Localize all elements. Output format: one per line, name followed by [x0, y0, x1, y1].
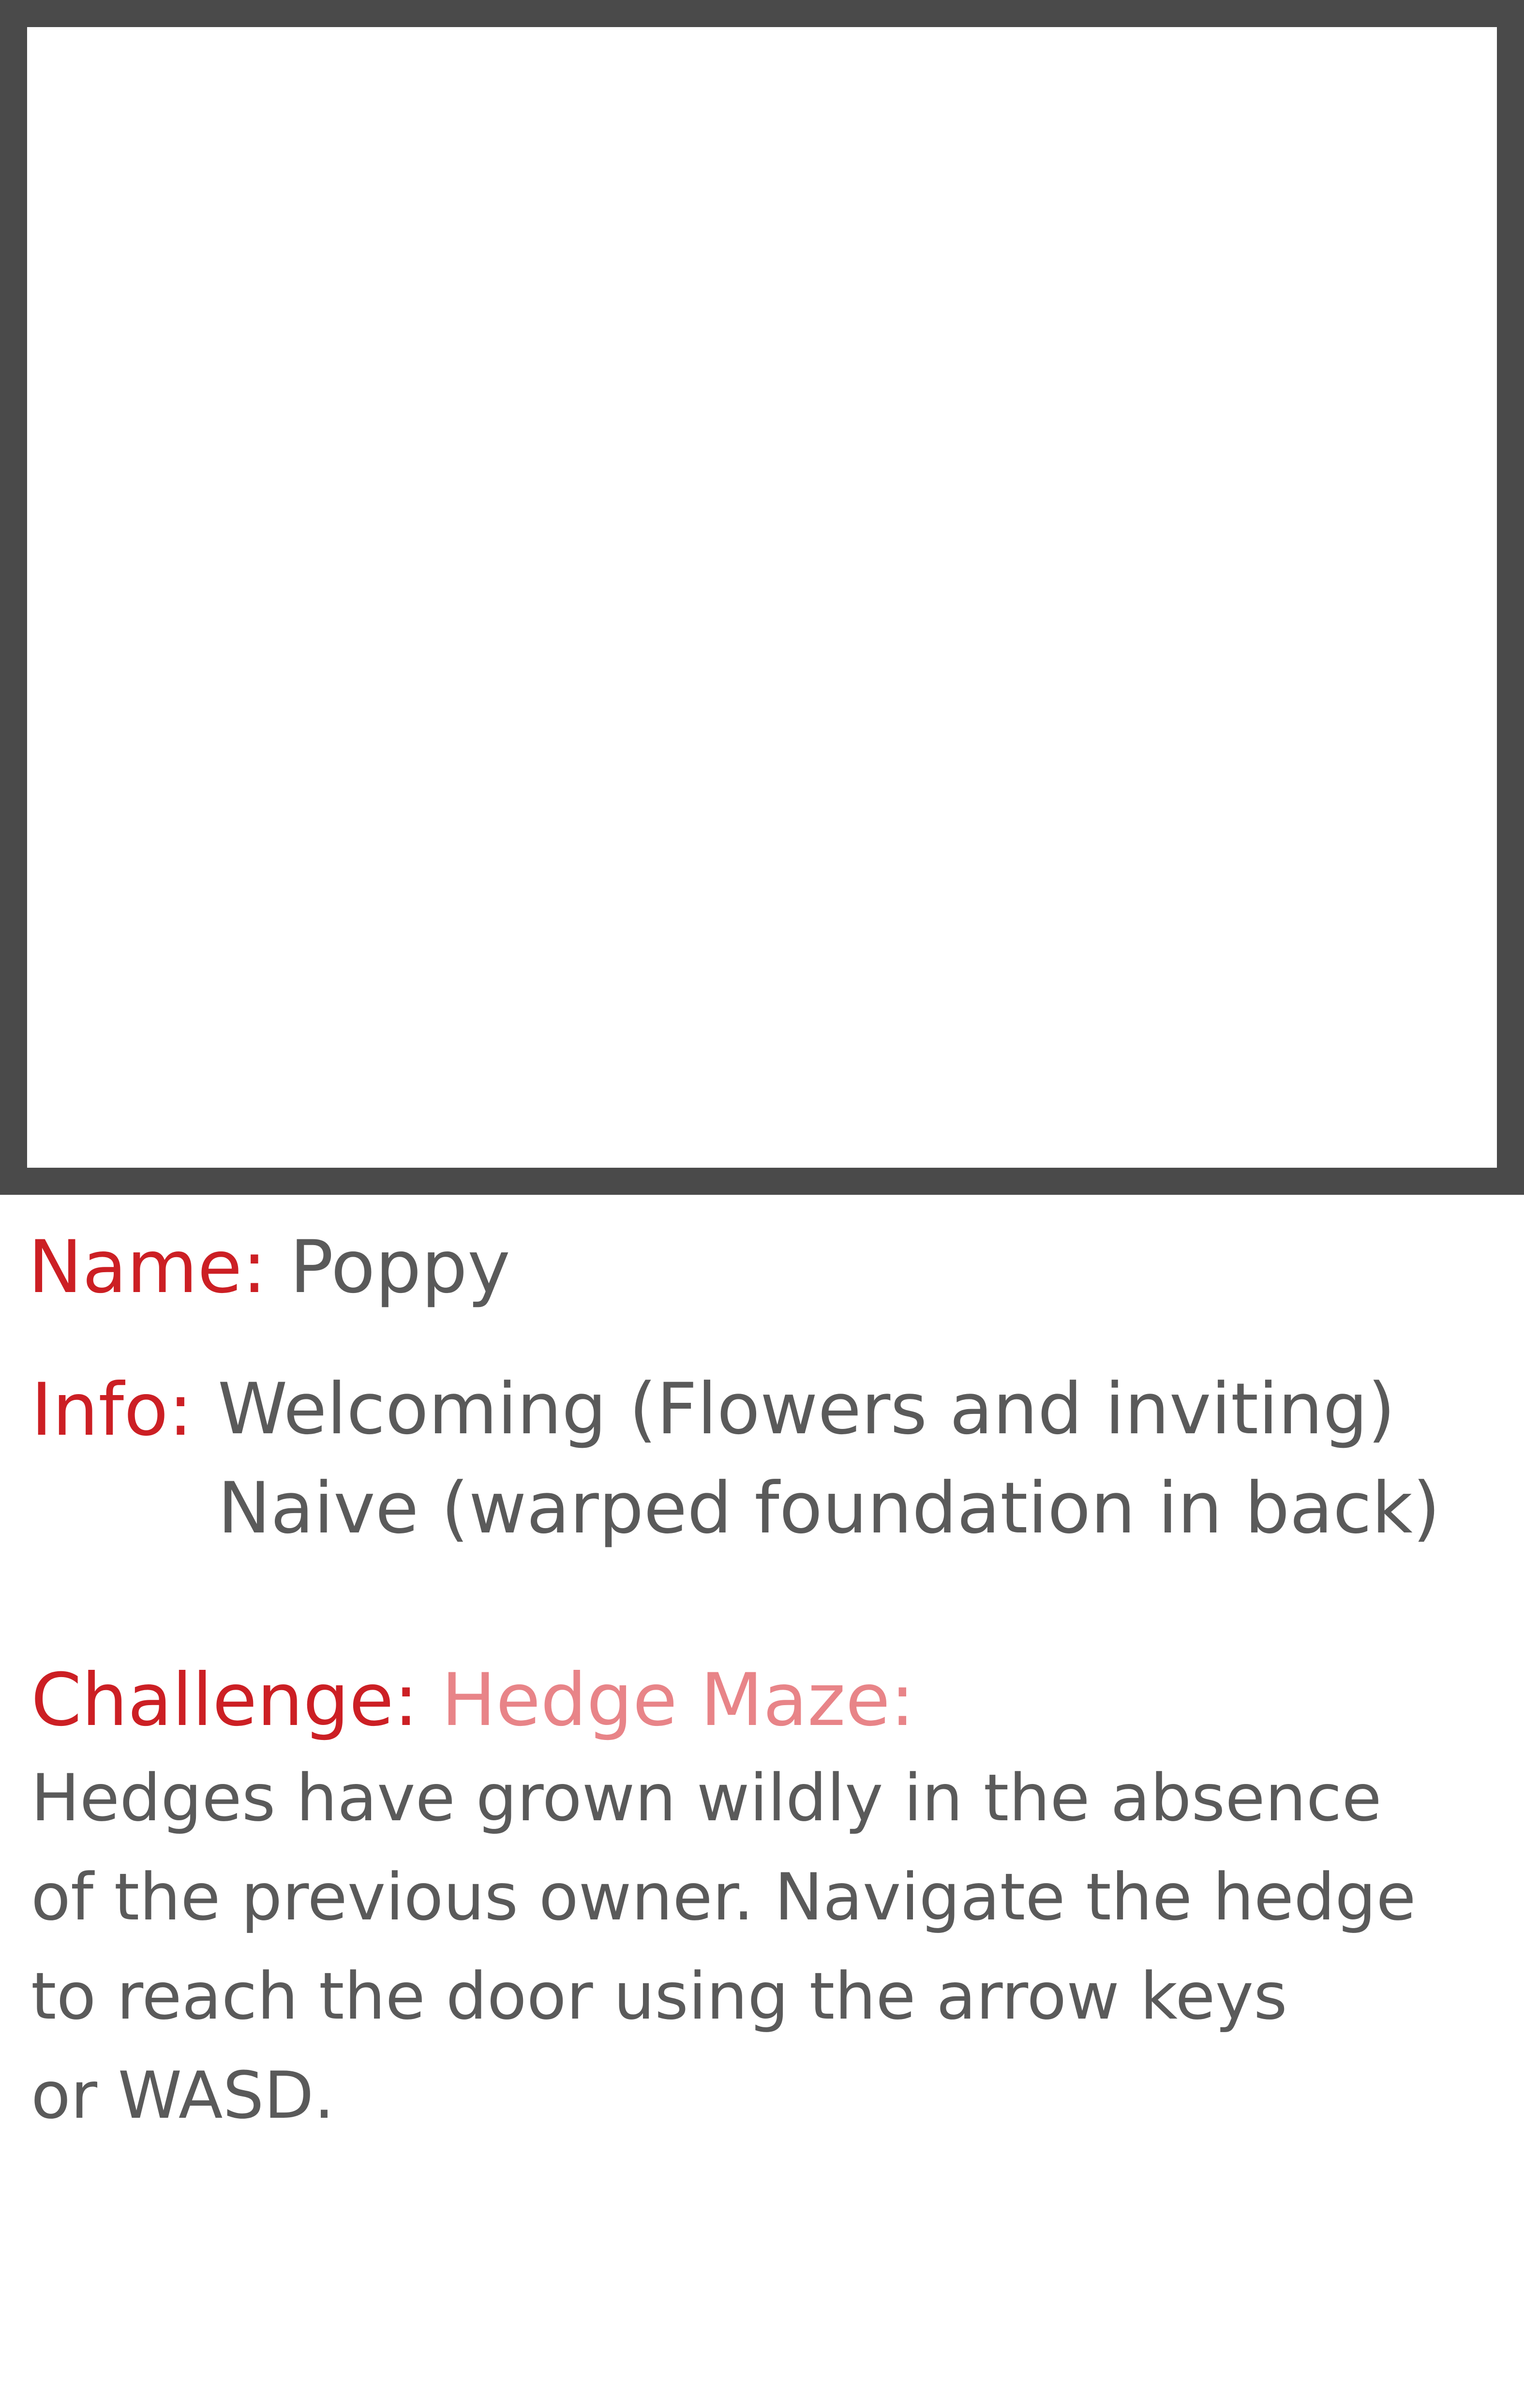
- challenge-description-line-1: Hedges have grown wildly in the absence: [31, 1760, 1382, 1836]
- name-value: Poppy: [289, 1225, 510, 1309]
- challenge-label: Challenge:: [31, 1658, 418, 1742]
- challenge-description-line-2: of the previous owner. Navigate the hedg…: [31, 1859, 1416, 1935]
- info-label-row: Info:: [31, 1374, 193, 1446]
- name-row: Name: Poppy: [28, 1231, 510, 1304]
- challenge-description-line-3: to reach the door using the arrow keys: [31, 1959, 1287, 2034]
- info-label: Info:: [31, 1368, 193, 1452]
- portrait-frame: [0, 0, 1524, 1195]
- info-line-2: Naive (warped foundation in back): [218, 1467, 1440, 1549]
- challenge-row: Challenge: Hedge Maze:: [31, 1664, 915, 1737]
- name-label: Name:: [28, 1225, 267, 1309]
- challenge-description-line-4: or WASD.: [31, 2058, 335, 2133]
- challenge-title: Hedge Maze:: [441, 1658, 915, 1742]
- info-line-1: Welcoming (Flowers and inviting): [218, 1368, 1395, 1450]
